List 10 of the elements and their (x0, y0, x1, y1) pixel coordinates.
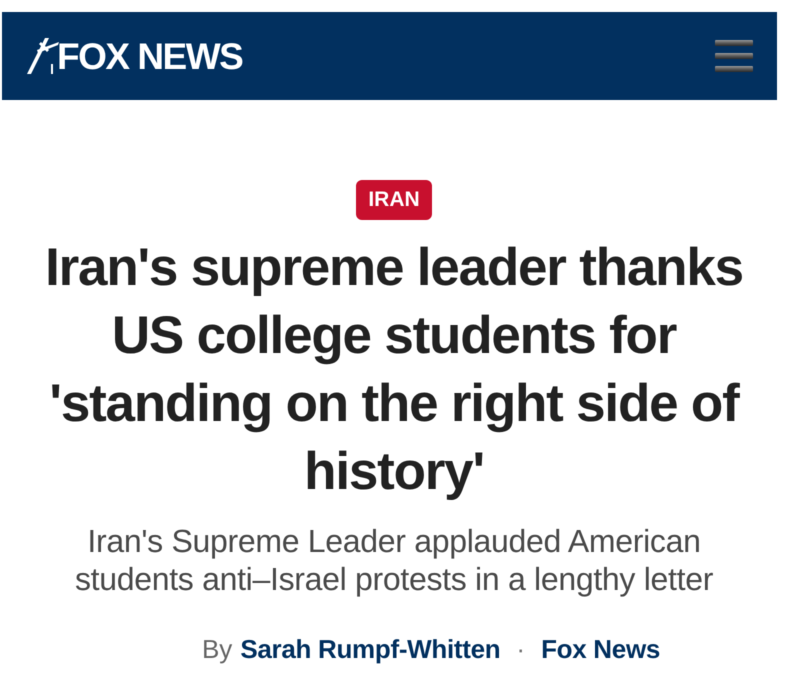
category-tag[interactable]: IRAN (356, 180, 432, 220)
source-link[interactable]: Fox News (541, 632, 660, 666)
subheadline: Iran's Supreme Leader applauded American students anti–Israel protests in a lengthy letter (74, 522, 714, 598)
author-link[interactable]: Sarah Rumpf-Whitten (240, 632, 500, 666)
logo-text[interactable]: FOX NEWS (57, 38, 242, 74)
menu-icon[interactable] (715, 40, 753, 72)
headline: Iran's supreme leader thanks US college students for 'standing on the right side of history' (44, 237, 744, 503)
byline-prefix: By (202, 633, 232, 666)
slash-mark-icon (25, 36, 61, 76)
byline-separator: · (516, 633, 526, 666)
